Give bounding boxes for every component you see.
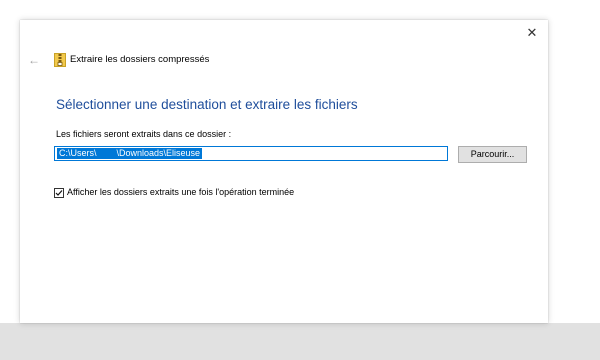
extract-dialog: ✕ ← Extraire les dossiers compressés Sél… bbox=[20, 20, 548, 323]
show-extracted-checkbox[interactable] bbox=[54, 188, 64, 198]
checkmark-icon bbox=[55, 190, 63, 196]
taskbar-area bbox=[0, 323, 600, 360]
screen: ✕ ← Extraire les dossiers compressés Sél… bbox=[0, 0, 600, 360]
path-label: Les fichiers seront extraits dans ce dos… bbox=[56, 129, 232, 139]
close-icon: ✕ bbox=[526, 25, 538, 40]
page-heading: Sélectionner une destination et extraire… bbox=[56, 97, 358, 112]
browse-button[interactable]: Parcourir... bbox=[458, 146, 527, 163]
destination-path-input[interactable]: C:\Users\ \Downloads\Eliseuse bbox=[54, 146, 448, 161]
path-input-value: C:\Users\ \Downloads\Eliseuse bbox=[57, 148, 203, 159]
close-button[interactable]: ✕ bbox=[522, 24, 542, 42]
back-button[interactable]: ← bbox=[25, 53, 43, 67]
dialog-title: Extraire les dossiers compressés bbox=[70, 54, 210, 65]
show-extracted-label[interactable]: Afficher les dossiers extraits une fois … bbox=[67, 187, 294, 197]
zip-folder-icon bbox=[54, 53, 66, 67]
back-arrow-icon: ← bbox=[28, 53, 40, 67]
